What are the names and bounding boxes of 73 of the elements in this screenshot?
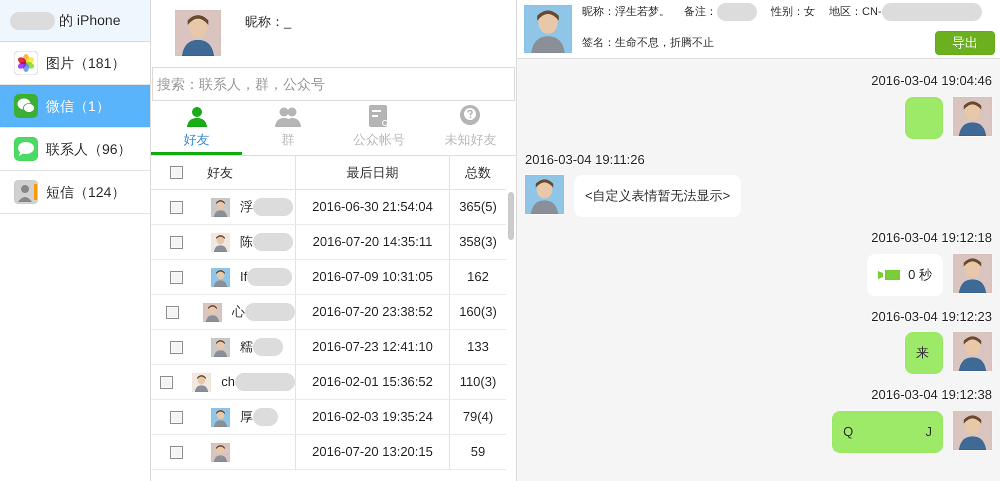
chat-bubbles-icon: [14, 94, 38, 118]
message-time: 2016-03-04 19:04:46: [871, 72, 992, 90]
speech-bubble-icon: [14, 137, 38, 161]
date-cell: 2016-02-03 19:35:24: [296, 400, 450, 434]
nickname-label: 昵称：_: [245, 13, 292, 31]
redaction-blur: [253, 198, 293, 216]
message-bubble: 来: [905, 332, 943, 374]
date-cell: 2016-07-20 14:35:11: [296, 225, 450, 259]
tab[interactable]: 公众帐号: [334, 101, 425, 155]
total-cell-text: 79(4): [462, 408, 494, 426]
friend-name: 厚: [240, 408, 253, 426]
redaction-blur: [253, 408, 278, 426]
redaction-blur: [253, 233, 293, 251]
date-cell: 2016-07-09 10:31:05: [296, 260, 450, 294]
checkbox[interactable]: [166, 306, 178, 318]
column-header: 最后日期: [296, 156, 450, 189]
device-name: 的 iPhone: [59, 11, 120, 30]
date-cell: 2016-06-30 21:54:04: [296, 190, 450, 224]
question-person-icon: [458, 104, 482, 128]
tab[interactable]: 未知好友: [424, 101, 516, 155]
message-bubble: <自定义表情暂无法显示>: [574, 175, 742, 217]
message-time: 2016-03-04 19:12:18: [871, 229, 992, 247]
export-button[interactable]: 导出: [935, 31, 995, 55]
message-time: 2016-03-04 19:12:38: [871, 386, 992, 404]
total-cell-text: 358(3): [458, 233, 498, 252]
redaction-blur: [717, 3, 757, 21]
checkbox[interactable]: [170, 166, 182, 179]
contact-book-icon: [14, 180, 38, 204]
tab[interactable]: 群: [242, 101, 334, 155]
message-bubble: [905, 96, 943, 138]
redaction-blur: [10, 12, 55, 30]
message-bubble: 0 秒: [867, 254, 943, 296]
checkbox[interactable]: [170, 236, 182, 248]
tab[interactable]: 好友: [151, 101, 242, 155]
date-cell: 2016-07-20 23:38:52: [296, 295, 450, 329]
friend-name: 糯: [240, 338, 253, 356]
message-time: 2016-03-04 19:11:26: [525, 150, 645, 168]
redaction-blur: [253, 338, 283, 356]
total-cell-text: 110(3): [458, 373, 498, 392]
search-field[interactable]: 搜索：联系人，群，公众号: [152, 67, 515, 101]
total-cell-text: 160(3): [458, 303, 498, 322]
flower-icon: [14, 51, 38, 75]
checkbox[interactable]: [160, 376, 174, 388]
contact-remark: 备注：: [684, 4, 717, 20]
date-cell: 2016-07-23 12:41:10: [296, 330, 450, 364]
contact-region: 地区：CN-: [829, 4, 882, 20]
total-cell-text: 162: [466, 268, 490, 286]
total-cell-text: 59: [470, 443, 486, 462]
friend-name: 浮: [240, 198, 253, 216]
column-header: 总数: [464, 164, 492, 182]
scrollbar-thumb[interactable]: [508, 192, 514, 240]
friend-name: If: [240, 268, 248, 286]
checkbox[interactable]: [170, 410, 182, 424]
column-header: 好友: [207, 164, 233, 182]
total-cell-text: 365(5): [458, 198, 498, 216]
total-cell-text: 133: [466, 338, 490, 356]
checkbox[interactable]: [170, 270, 182, 284]
redaction-blur: [247, 268, 292, 286]
date-cell: 2016-02-01 15:36:52: [296, 365, 450, 399]
friend-name: 心: [232, 303, 245, 322]
voice-icon: [878, 270, 900, 280]
contact-nickname: 昵称：浮生若梦。: [582, 4, 670, 20]
contact-gender: 性别：女: [771, 4, 815, 20]
friend-name: ch: [221, 373, 235, 392]
friend-name: 陈: [240, 233, 253, 252]
checkbox[interactable]: [170, 446, 182, 458]
checkbox[interactable]: [170, 340, 182, 354]
message-bubble: Q J: [832, 410, 943, 452]
checkbox[interactable]: [170, 200, 182, 214]
date-cell: 2016-07-20 13:20:15: [296, 435, 450, 469]
message-time: 2016-03-04 19:12:23: [871, 308, 992, 326]
contact-signature: 签名：生命不息，折腾不止: [582, 36, 714, 51]
sidebar-item[interactable]: 微信（1）: [0, 85, 150, 128]
